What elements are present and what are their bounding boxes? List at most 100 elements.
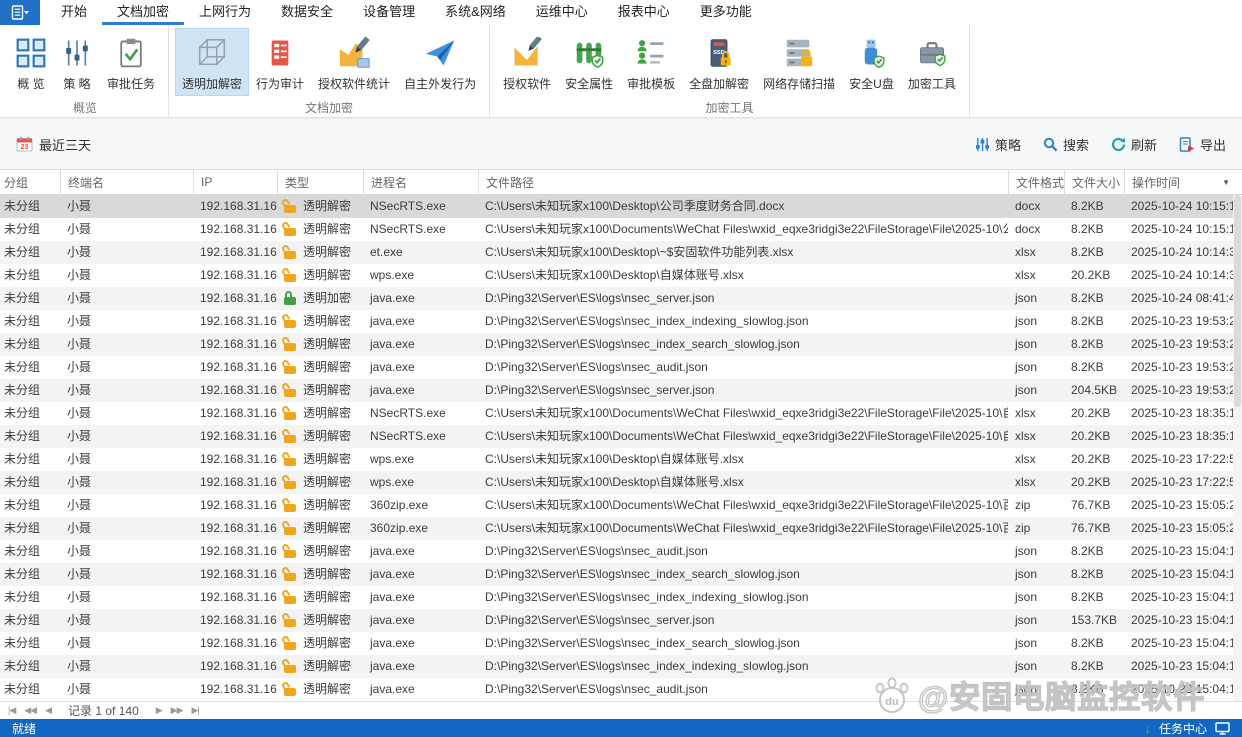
table-row[interactable]: 未分组小聂192.168.31.16透明解密java.exeD:\Ping32\… [0, 356, 1242, 379]
cell-time: 2025-10-23 19:53:29 [1124, 356, 1242, 379]
ribbon-button-fulldisk-crypto[interactable]: SSD 全盘加解密 [682, 28, 756, 96]
prev-page-button[interactable]: ◀ [45, 705, 51, 716]
table-row[interactable]: 未分组小聂192.168.31.16透明解密java.exeD:\Ping32\… [0, 609, 1242, 632]
menu-tab[interactable]: 运维中心 [521, 0, 603, 25]
cell-size: 76.7KB [1064, 517, 1124, 540]
cell-format: json [1008, 379, 1064, 402]
table-row[interactable]: 未分组小聂192.168.31.16透明解密java.exeD:\Ping32\… [0, 540, 1242, 563]
transparent-crypto-cube-icon [195, 34, 229, 72]
scrollbar-thumb[interactable] [1234, 195, 1241, 407]
table-row[interactable]: 未分组小聂192.168.31.16透明解密java.exeD:\Ping32\… [0, 632, 1242, 655]
ribbon-group-label: 加密工具 [490, 99, 969, 116]
table-row[interactable]: 未分组小聂192.168.31.16透明解密NSecRTS.exeC:\User… [0, 218, 1242, 241]
menu-tab[interactable]: 系统&网络 [430, 0, 521, 25]
ribbon-button-secure-usb[interactable]: 安全U盘 [842, 28, 901, 96]
menu-tab[interactable]: 报表中心 [603, 0, 685, 25]
column-header[interactable]: 文件格式 [1008, 170, 1064, 194]
cell-terminal: 小聂 [60, 264, 193, 287]
cell-type: 透明解密 [277, 471, 363, 494]
table-row[interactable]: 未分组小聂192.168.31.16透明解密java.exeD:\Ping32\… [0, 678, 1242, 701]
cell-type: 透明解密 [277, 586, 363, 609]
column-header[interactable]: 文件路径 [478, 170, 1008, 194]
table-row[interactable]: 未分组小聂192.168.31.16透明加密java.exeD:\Ping32\… [0, 287, 1242, 310]
ribbon-button-authorized-software-stats[interactable]: 授权软件统计 [311, 28, 397, 96]
menu-tab[interactable]: 数据安全 [266, 0, 348, 25]
refresh-button-label: 刷新 [1131, 135, 1157, 154]
cell-type: 透明解密 [277, 655, 363, 678]
menu-tab[interactable]: 文档加密 [102, 0, 184, 25]
ribbon-button-label: 安全U盘 [849, 75, 894, 92]
cell-group: 未分组 [0, 218, 60, 241]
table-row[interactable]: 未分组小聂192.168.31.16透明解密360zip.exeC:\Users… [0, 494, 1242, 517]
ribbon-button-transparent-crypto[interactable]: 透明加解密 [175, 28, 249, 96]
menu-tab[interactable]: 设备管理 [348, 0, 430, 25]
table-row[interactable]: 未分组小聂192.168.31.16透明解密wps.exeC:\Users\未知… [0, 264, 1242, 287]
policy-button[interactable]: 策略 [975, 135, 1021, 154]
cell-type: 透明解密 [277, 632, 363, 655]
table-row[interactable]: 未分组小聂192.168.31.16透明解密java.exeD:\Ping32\… [0, 310, 1242, 333]
column-header[interactable]: 文件大小 [1064, 170, 1124, 194]
column-header[interactable]: IP [193, 170, 277, 194]
ribbon-button-approval-template[interactable]: 审批模板 [620, 28, 682, 96]
export-button[interactable]: 导出 [1179, 135, 1226, 154]
unlock-icon [284, 407, 297, 421]
table-row[interactable]: 未分组小聂192.168.31.16透明解密java.exeD:\Ping32\… [0, 379, 1242, 402]
menu-tab[interactable]: 更多功能 [685, 0, 767, 25]
next-page-button[interactable]: ▶ [156, 705, 162, 716]
ribbon-button-approval-tasks[interactable]: 审批任务 [100, 28, 162, 96]
table-row[interactable]: 未分组小聂192.168.31.16透明解密java.exeD:\Ping32\… [0, 655, 1242, 678]
last-page-button[interactable]: ▶| [192, 705, 199, 716]
app-menu-button[interactable] [0, 0, 40, 25]
cell-path: D:\Ping32\Server\ES\logs\nsec_audit.json [478, 678, 1008, 701]
cell-group: 未分组 [0, 241, 60, 264]
cell-type: 透明解密 [277, 425, 363, 448]
cell-terminal: 小聂 [60, 655, 193, 678]
cell-type: 透明解密 [277, 609, 363, 632]
table-row[interactable]: 未分组小聂192.168.31.16透明解密wps.exeC:\Users\未知… [0, 448, 1242, 471]
filter-caret-icon[interactable]: ▼ [1222, 178, 1230, 187]
table-row[interactable]: 未分组小聂192.168.31.16透明解密java.exeD:\Ping32\… [0, 333, 1242, 356]
policy-small-icon [975, 137, 990, 152]
table-row[interactable]: 未分组小聂192.168.31.16透明解密NSecRTS.exeC:\User… [0, 425, 1242, 448]
menu-tab[interactable]: 上网行为 [184, 0, 266, 25]
cell-time: 2025-10-23 15:04:17 [1124, 540, 1242, 563]
vertical-scrollbar[interactable] [1233, 195, 1242, 701]
table-row[interactable]: 未分组小聂192.168.31.16透明解密NSecRTS.exeC:\User… [0, 195, 1242, 218]
date-range-filter[interactable]: 23 最近三天 [16, 135, 91, 154]
column-header[interactable]: 操作时间▼ [1124, 170, 1242, 194]
ribbon-button-behavior-audit[interactable]: 行为审计 [249, 28, 311, 96]
menu-tab[interactable]: 开始 [46, 0, 102, 25]
column-header[interactable]: 进程名 [363, 170, 478, 194]
ribbon-button-network-storage-scan[interactable]: 网络存储扫描 [756, 28, 842, 96]
table-row[interactable]: 未分组小聂192.168.31.16透明解密et.exeC:\Users\未知玩… [0, 241, 1242, 264]
cell-ip: 192.168.31.16 [193, 241, 277, 264]
table-row[interactable]: 未分组小聂192.168.31.16透明解密360zip.exeC:\Users… [0, 517, 1242, 540]
unlock-icon [284, 269, 297, 283]
search-icon [1043, 137, 1058, 152]
column-header[interactable]: 分组 [0, 170, 60, 194]
table-row[interactable]: 未分组小聂192.168.31.16透明解密wps.exeC:\Users\未知… [0, 471, 1242, 494]
table-row[interactable]: 未分组小聂192.168.31.16透明解密java.exeD:\Ping32\… [0, 586, 1242, 609]
refresh-button[interactable]: 刷新 [1111, 135, 1157, 154]
ribbon-button-overview[interactable]: 概 览 [8, 28, 54, 96]
task-center-button[interactable]: 任务中心 [1159, 720, 1207, 737]
column-header[interactable]: 终端名 [60, 170, 193, 194]
search-button[interactable]: 搜索 [1043, 135, 1089, 154]
fast-prev-button[interactable]: ◀◀ [24, 705, 36, 716]
cell-time: 2025-10-23 17:22:51 [1124, 471, 1242, 494]
fast-next-button[interactable]: ▶▶ [171, 705, 183, 716]
column-header[interactable]: 类型 [277, 170, 363, 194]
ribbon-button-authorized-software[interactable]: 授权软件 [496, 28, 558, 96]
ribbon-button-security-attributes[interactable]: 安全属性 [558, 28, 620, 96]
first-page-button[interactable]: |◀ [8, 705, 15, 716]
ribbon-button-encryption-tools[interactable]: 加密工具 [901, 28, 963, 96]
cell-path: D:\Ping32\Server\ES\logs\nsec_index_sear… [478, 333, 1008, 356]
table-row[interactable]: 未分组小聂192.168.31.16透明解密java.exeD:\Ping32\… [0, 563, 1242, 586]
unlock-icon [284, 499, 297, 513]
table-row[interactable]: 未分组小聂192.168.31.16透明解密NSecRTS.exeC:\User… [0, 402, 1242, 425]
cell-size: 20.2KB [1064, 471, 1124, 494]
cell-size: 8.2KB [1064, 586, 1124, 609]
ribbon-button-policy[interactable]: 策 略 [54, 28, 100, 96]
ribbon-button-outgoing-behavior[interactable]: 自主外发行为 [397, 28, 483, 96]
monitor-icon[interactable] [1215, 722, 1230, 735]
